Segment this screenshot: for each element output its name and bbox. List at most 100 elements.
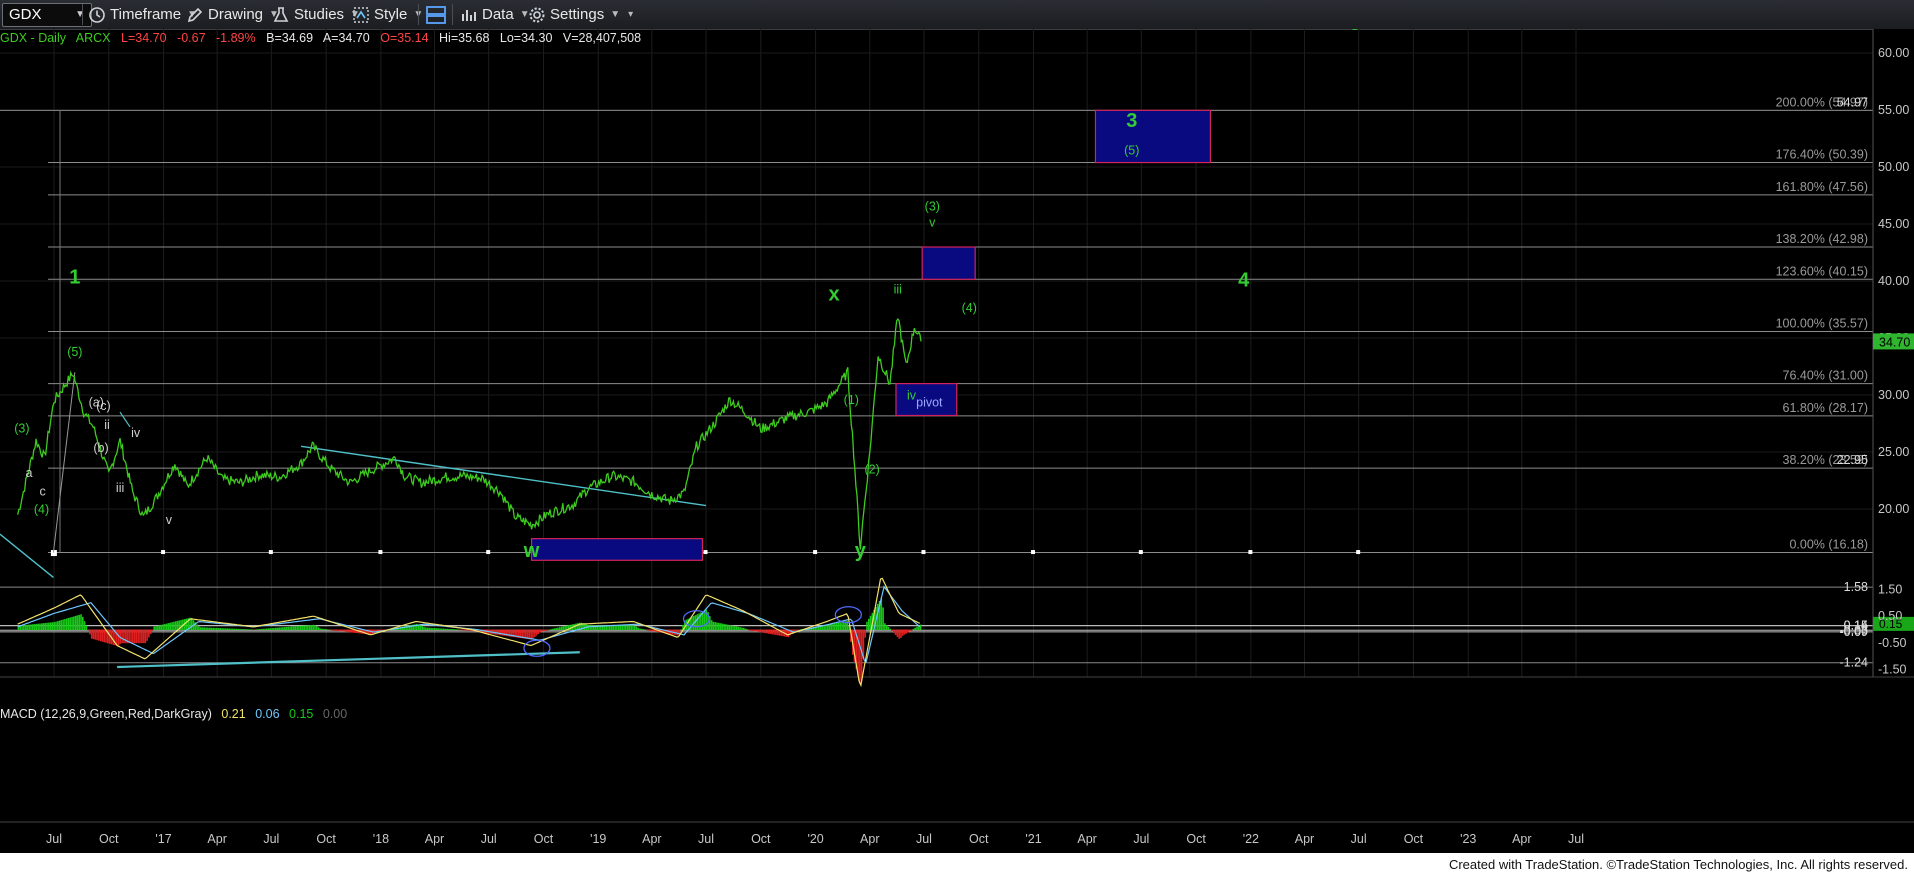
macd-histogram-bar bbox=[46, 622, 48, 630]
wave-label: ii bbox=[104, 418, 110, 432]
time-tick-label: Jul bbox=[916, 832, 932, 846]
macd-histogram-bar bbox=[212, 627, 214, 630]
macd-histogram-bar bbox=[207, 627, 209, 630]
price-series-line bbox=[17, 318, 922, 550]
macd-histogram-bar bbox=[205, 627, 207, 630]
macd-histogram-bar bbox=[319, 628, 322, 630]
macd-histogram-bar bbox=[278, 627, 281, 630]
macd-histogram-bar bbox=[341, 629, 343, 632]
macd-histogram-bar bbox=[244, 629, 247, 630]
time-tick-label: Oct bbox=[969, 832, 989, 846]
macd-histogram-bar bbox=[219, 628, 222, 630]
data-button[interactable]: Data ▼ bbox=[460, 4, 530, 25]
macd-histogram-bar bbox=[69, 617, 72, 630]
overflow-caret-icon[interactable]: ▾ bbox=[628, 9, 633, 20]
macd-histogram-bar bbox=[99, 629, 102, 642]
wave-label: 3 bbox=[1126, 110, 1137, 132]
macd-histogram-bar bbox=[180, 619, 182, 630]
macd-histogram-bar bbox=[60, 620, 63, 630]
macd-histogram-bar bbox=[696, 614, 699, 630]
macd-histogram-bar bbox=[616, 625, 618, 630]
macd-histogram-bar bbox=[74, 615, 77, 630]
macd-histogram-bar bbox=[264, 628, 266, 630]
layout-button[interactable] bbox=[425, 4, 447, 25]
macd-histogram-bar bbox=[28, 624, 30, 630]
macd-histogram-bar bbox=[133, 629, 136, 644]
macd-histogram-bar bbox=[344, 629, 347, 632]
timeframe-label: Timeframe bbox=[110, 6, 182, 23]
macd-side-tag: -0.09 bbox=[1840, 625, 1869, 639]
macd-histogram-bar bbox=[744, 628, 747, 630]
macd-histogram-bar bbox=[21, 625, 23, 630]
macd-histogram-bar bbox=[240, 628, 243, 630]
settings-button[interactable]: Settings ▼ ▾ bbox=[528, 4, 633, 25]
macd-histogram-bar bbox=[794, 629, 797, 631]
target-box bbox=[1094, 109, 1211, 164]
macd-histogram-bar bbox=[637, 627, 640, 630]
macd-histogram-bar bbox=[112, 629, 114, 645]
style-button[interactable]: Style ▼ bbox=[352, 4, 423, 25]
drawing-button[interactable]: Drawing ▼ bbox=[186, 4, 279, 25]
macd-histogram-bar bbox=[562, 626, 565, 630]
macd-tick-label: -0.50 bbox=[1878, 636, 1907, 650]
macd-histogram-bar bbox=[551, 628, 554, 630]
macd-histogram-bar bbox=[58, 620, 61, 630]
macd-histogram-bar bbox=[448, 628, 450, 630]
macd-histogram-bar bbox=[51, 622, 54, 630]
time-tick-label: Apr bbox=[860, 832, 879, 846]
macd-histogram-bar bbox=[542, 629, 545, 632]
macd-histogram-bar bbox=[792, 629, 795, 632]
macd-histogram-bar bbox=[433, 628, 436, 630]
gear-icon bbox=[528, 6, 546, 24]
last-price: L=34.70 bbox=[121, 31, 167, 45]
time-tick-label: Oct bbox=[1186, 832, 1206, 846]
studies-button[interactable]: Studies ▼ bbox=[272, 4, 360, 25]
macd-histogram-bar bbox=[466, 629, 468, 631]
macd-histogram-bar bbox=[130, 629, 132, 644]
fib-tag: 54.97 bbox=[1837, 95, 1868, 109]
macd-histogram-bar bbox=[103, 629, 106, 643]
macd-histogram-bar bbox=[719, 623, 722, 630]
macd-histogram-bar bbox=[101, 629, 104, 642]
chart-area[interactable]: 200.00% (54.97)54.97176.40% (50.39)161.8… bbox=[0, 29, 1914, 853]
macd-histogram-bar bbox=[423, 626, 425, 630]
macd-histogram-bar bbox=[764, 629, 766, 634]
macd-histogram-bar bbox=[839, 622, 842, 630]
macd-histogram-bar bbox=[909, 629, 911, 632]
time-tick-label: Jul bbox=[1133, 832, 1149, 846]
macd-histogram-bar bbox=[773, 629, 775, 635]
macd-histogram-bar bbox=[37, 623, 39, 630]
macd-histogram-bar bbox=[230, 628, 232, 630]
symbol-selector[interactable]: GDX ▼ bbox=[2, 3, 92, 27]
wave-label: c bbox=[40, 484, 46, 498]
macd-histogram-bar bbox=[457, 629, 459, 630]
macd-histogram-bar bbox=[48, 622, 50, 630]
macd-histogram-bar bbox=[453, 629, 456, 630]
macd-histogram-bar bbox=[730, 625, 733, 630]
macd-histogram-bar bbox=[262, 628, 265, 630]
macd-histogram-bar bbox=[841, 621, 843, 630]
macd-histogram-bar bbox=[575, 623, 577, 630]
net-change: -0.67 bbox=[177, 31, 206, 45]
macd-histogram-bar bbox=[23, 625, 25, 630]
macd-value-tag: 0.15 bbox=[1879, 617, 1903, 631]
fib-label: 100.00% (35.57) bbox=[1776, 317, 1868, 331]
bar-chart-icon bbox=[460, 6, 478, 24]
macd-histogram-bar bbox=[30, 624, 32, 630]
macd-histogram-bar bbox=[137, 629, 139, 644]
drawing-label: Drawing bbox=[208, 6, 264, 23]
wave-label: (2) bbox=[865, 463, 880, 477]
exchange-label: ARCX bbox=[75, 31, 111, 45]
timeframe-button[interactable]: Timeframe ▼ bbox=[88, 4, 197, 25]
macd-histogram-bar bbox=[312, 624, 315, 630]
macd-histogram-bar bbox=[330, 629, 332, 631]
macd-histogram-bar bbox=[276, 627, 279, 630]
macd-histogram-bar bbox=[98, 629, 100, 641]
time-tick-label: Apr bbox=[425, 832, 444, 846]
macd-histogram-bar bbox=[866, 621, 868, 630]
macd-histogram-bar bbox=[630, 625, 633, 630]
macd-histogram-bar bbox=[576, 623, 579, 630]
macd-trendline bbox=[117, 651, 580, 669]
macd-histogram-bar bbox=[56, 621, 59, 630]
macd-histogram-bar bbox=[458, 629, 461, 631]
